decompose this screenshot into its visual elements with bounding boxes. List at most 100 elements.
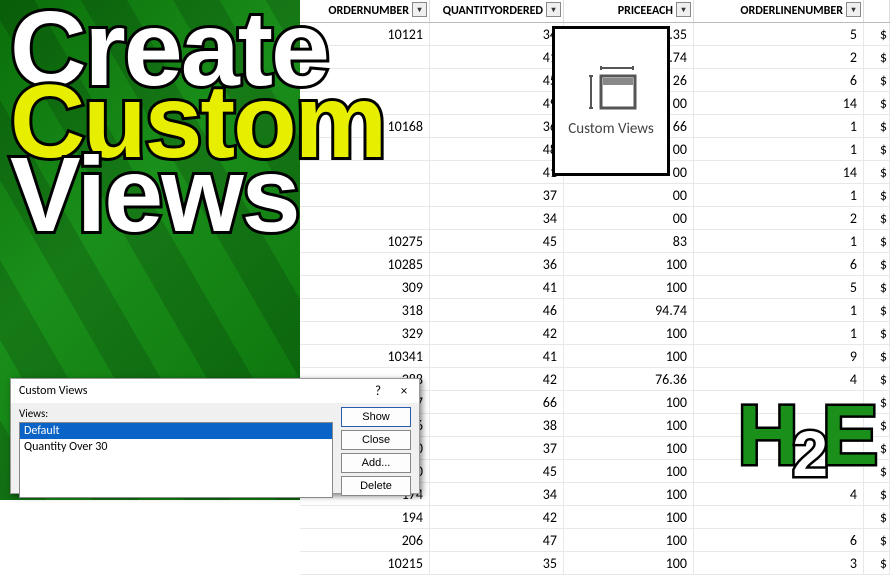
help-button[interactable]: ?	[365, 382, 391, 400]
cell[interactable]: 1	[694, 230, 864, 252]
cell[interactable]: 1	[694, 138, 864, 160]
cell-dollar[interactable]: $	[864, 230, 890, 252]
cell[interactable]: 36	[430, 253, 564, 275]
cell[interactable]: 41	[430, 161, 564, 183]
cell[interactable]: 37	[430, 184, 564, 206]
cell[interactable]: 45	[430, 69, 564, 91]
cell[interactable]: 83	[564, 230, 694, 252]
cell-dollar[interactable]: $	[864, 322, 890, 344]
cell[interactable]: 5	[694, 23, 864, 45]
table-row[interactable]: 10341411009$	[300, 345, 890, 368]
cell[interactable]: 14	[694, 92, 864, 114]
cell[interactable]: 100	[564, 345, 694, 367]
cell[interactable]: 100	[564, 253, 694, 275]
cell-dollar[interactable]: $	[864, 69, 890, 91]
dialog-titlebar[interactable]: Custom Views ? ×	[11, 379, 419, 403]
cell[interactable]: 100	[564, 506, 694, 528]
cell-dollar[interactable]: $	[864, 299, 890, 321]
cell[interactable]: 34	[430, 483, 564, 505]
cell-dollar[interactable]: $	[864, 115, 890, 137]
cell[interactable]: 194	[300, 506, 430, 528]
cell[interactable]: 10285	[300, 253, 430, 275]
table-row[interactable]: 19442100$	[300, 506, 890, 529]
cell[interactable]: 100	[564, 391, 694, 413]
cell[interactable]: 1	[694, 299, 864, 321]
cell[interactable]: 76.36	[564, 368, 694, 390]
cell[interactable]: 41	[430, 46, 564, 68]
table-row[interactable]: 3184694.741$	[300, 299, 890, 322]
cell[interactable]: 34	[430, 207, 564, 229]
cell[interactable]: 14	[694, 161, 864, 183]
add-button[interactable]: Add...	[341, 453, 411, 473]
cell-dollar[interactable]: $	[864, 253, 890, 275]
cell-dollar[interactable]: $	[864, 138, 890, 160]
filter-icon[interactable]: ▾	[676, 2, 691, 17]
col-priceeach[interactable]: PRICEEACH ▾	[564, 0, 694, 22]
cell[interactable]: 48	[430, 138, 564, 160]
cell-dollar[interactable]: $	[864, 23, 890, 45]
cell[interactable]: 1	[694, 184, 864, 206]
cell[interactable]: 35	[430, 552, 564, 574]
cell[interactable]: 1	[694, 115, 864, 137]
cell[interactable]: 100	[564, 460, 694, 482]
cell[interactable]: 45	[430, 460, 564, 482]
cell-dollar[interactable]: $	[864, 483, 890, 505]
filter-icon[interactable]: ▾	[546, 2, 561, 17]
cell[interactable]: 100	[564, 552, 694, 574]
list-item[interactable]: Quantity Over 30	[20, 439, 332, 455]
cell[interactable]: 42	[430, 368, 564, 390]
cell[interactable]: 42	[430, 322, 564, 344]
cell-dollar[interactable]: $	[864, 46, 890, 68]
cell[interactable]: 1	[694, 322, 864, 344]
cell-dollar[interactable]: $	[864, 506, 890, 528]
cell[interactable]: 100	[564, 414, 694, 436]
cell[interactable]: 6	[694, 529, 864, 551]
col-orderlinenumber[interactable]: ORDERLINENUMBER ▾	[694, 0, 864, 22]
cell[interactable]	[694, 506, 864, 528]
cell-dollar[interactable]: $	[864, 276, 890, 298]
table-row[interactable]: 10285361006$	[300, 253, 890, 276]
cell[interactable]: 41	[430, 276, 564, 298]
cell[interactable]: 34	[430, 23, 564, 45]
cell[interactable]: 206	[300, 529, 430, 551]
cell[interactable]: 46	[430, 299, 564, 321]
col-quantityordered[interactable]: QUANTITYORDERED ▾	[430, 0, 564, 22]
cell-dollar[interactable]: $	[864, 184, 890, 206]
views-listbox[interactable]: DefaultQuantity Over 30	[19, 422, 333, 498]
cell[interactable]: 49	[430, 92, 564, 114]
cell[interactable]: 6	[694, 253, 864, 275]
table-row[interactable]: 37001$	[300, 184, 890, 207]
cell-dollar[interactable]: $	[864, 161, 890, 183]
table-row[interactable]: 206471006$	[300, 529, 890, 552]
cell[interactable]: 100	[564, 276, 694, 298]
cell[interactable]: 36	[430, 115, 564, 137]
table-row[interactable]: 309411005$	[300, 276, 890, 299]
list-item[interactable]: Default	[20, 423, 332, 439]
cell[interactable]: 100	[564, 322, 694, 344]
cell[interactable]: 00	[564, 207, 694, 229]
table-row[interactable]: 34002$	[300, 207, 890, 230]
cell[interactable]: 41	[430, 345, 564, 367]
cell[interactable]: 2	[694, 46, 864, 68]
cell[interactable]: 3	[694, 552, 864, 574]
cell-dollar[interactable]: $	[864, 529, 890, 551]
close-button[interactable]: Close	[341, 430, 411, 450]
cell-dollar[interactable]: $	[864, 92, 890, 114]
cell[interactable]: 100	[564, 437, 694, 459]
cell[interactable]: 66	[430, 391, 564, 413]
cell[interactable]: 47	[430, 529, 564, 551]
cell[interactable]: 2	[694, 207, 864, 229]
cell[interactable]: 309	[300, 276, 430, 298]
show-button[interactable]: Show	[341, 407, 411, 427]
cell[interactable]: 5	[694, 276, 864, 298]
cell[interactable]: 9	[694, 345, 864, 367]
table-row[interactable]: 329421001$	[300, 322, 890, 345]
cell[interactable]: 38	[430, 414, 564, 436]
cell[interactable]: 45	[430, 230, 564, 252]
cell[interactable]: 100	[564, 529, 694, 551]
custom-views-ribbon-button[interactable]: Custom Views	[552, 26, 670, 176]
cell-dollar[interactable]: $	[864, 207, 890, 229]
cell-dollar[interactable]: $	[864, 345, 890, 367]
cell-dollar[interactable]: $	[864, 552, 890, 574]
cell[interactable]: 10215	[300, 552, 430, 574]
